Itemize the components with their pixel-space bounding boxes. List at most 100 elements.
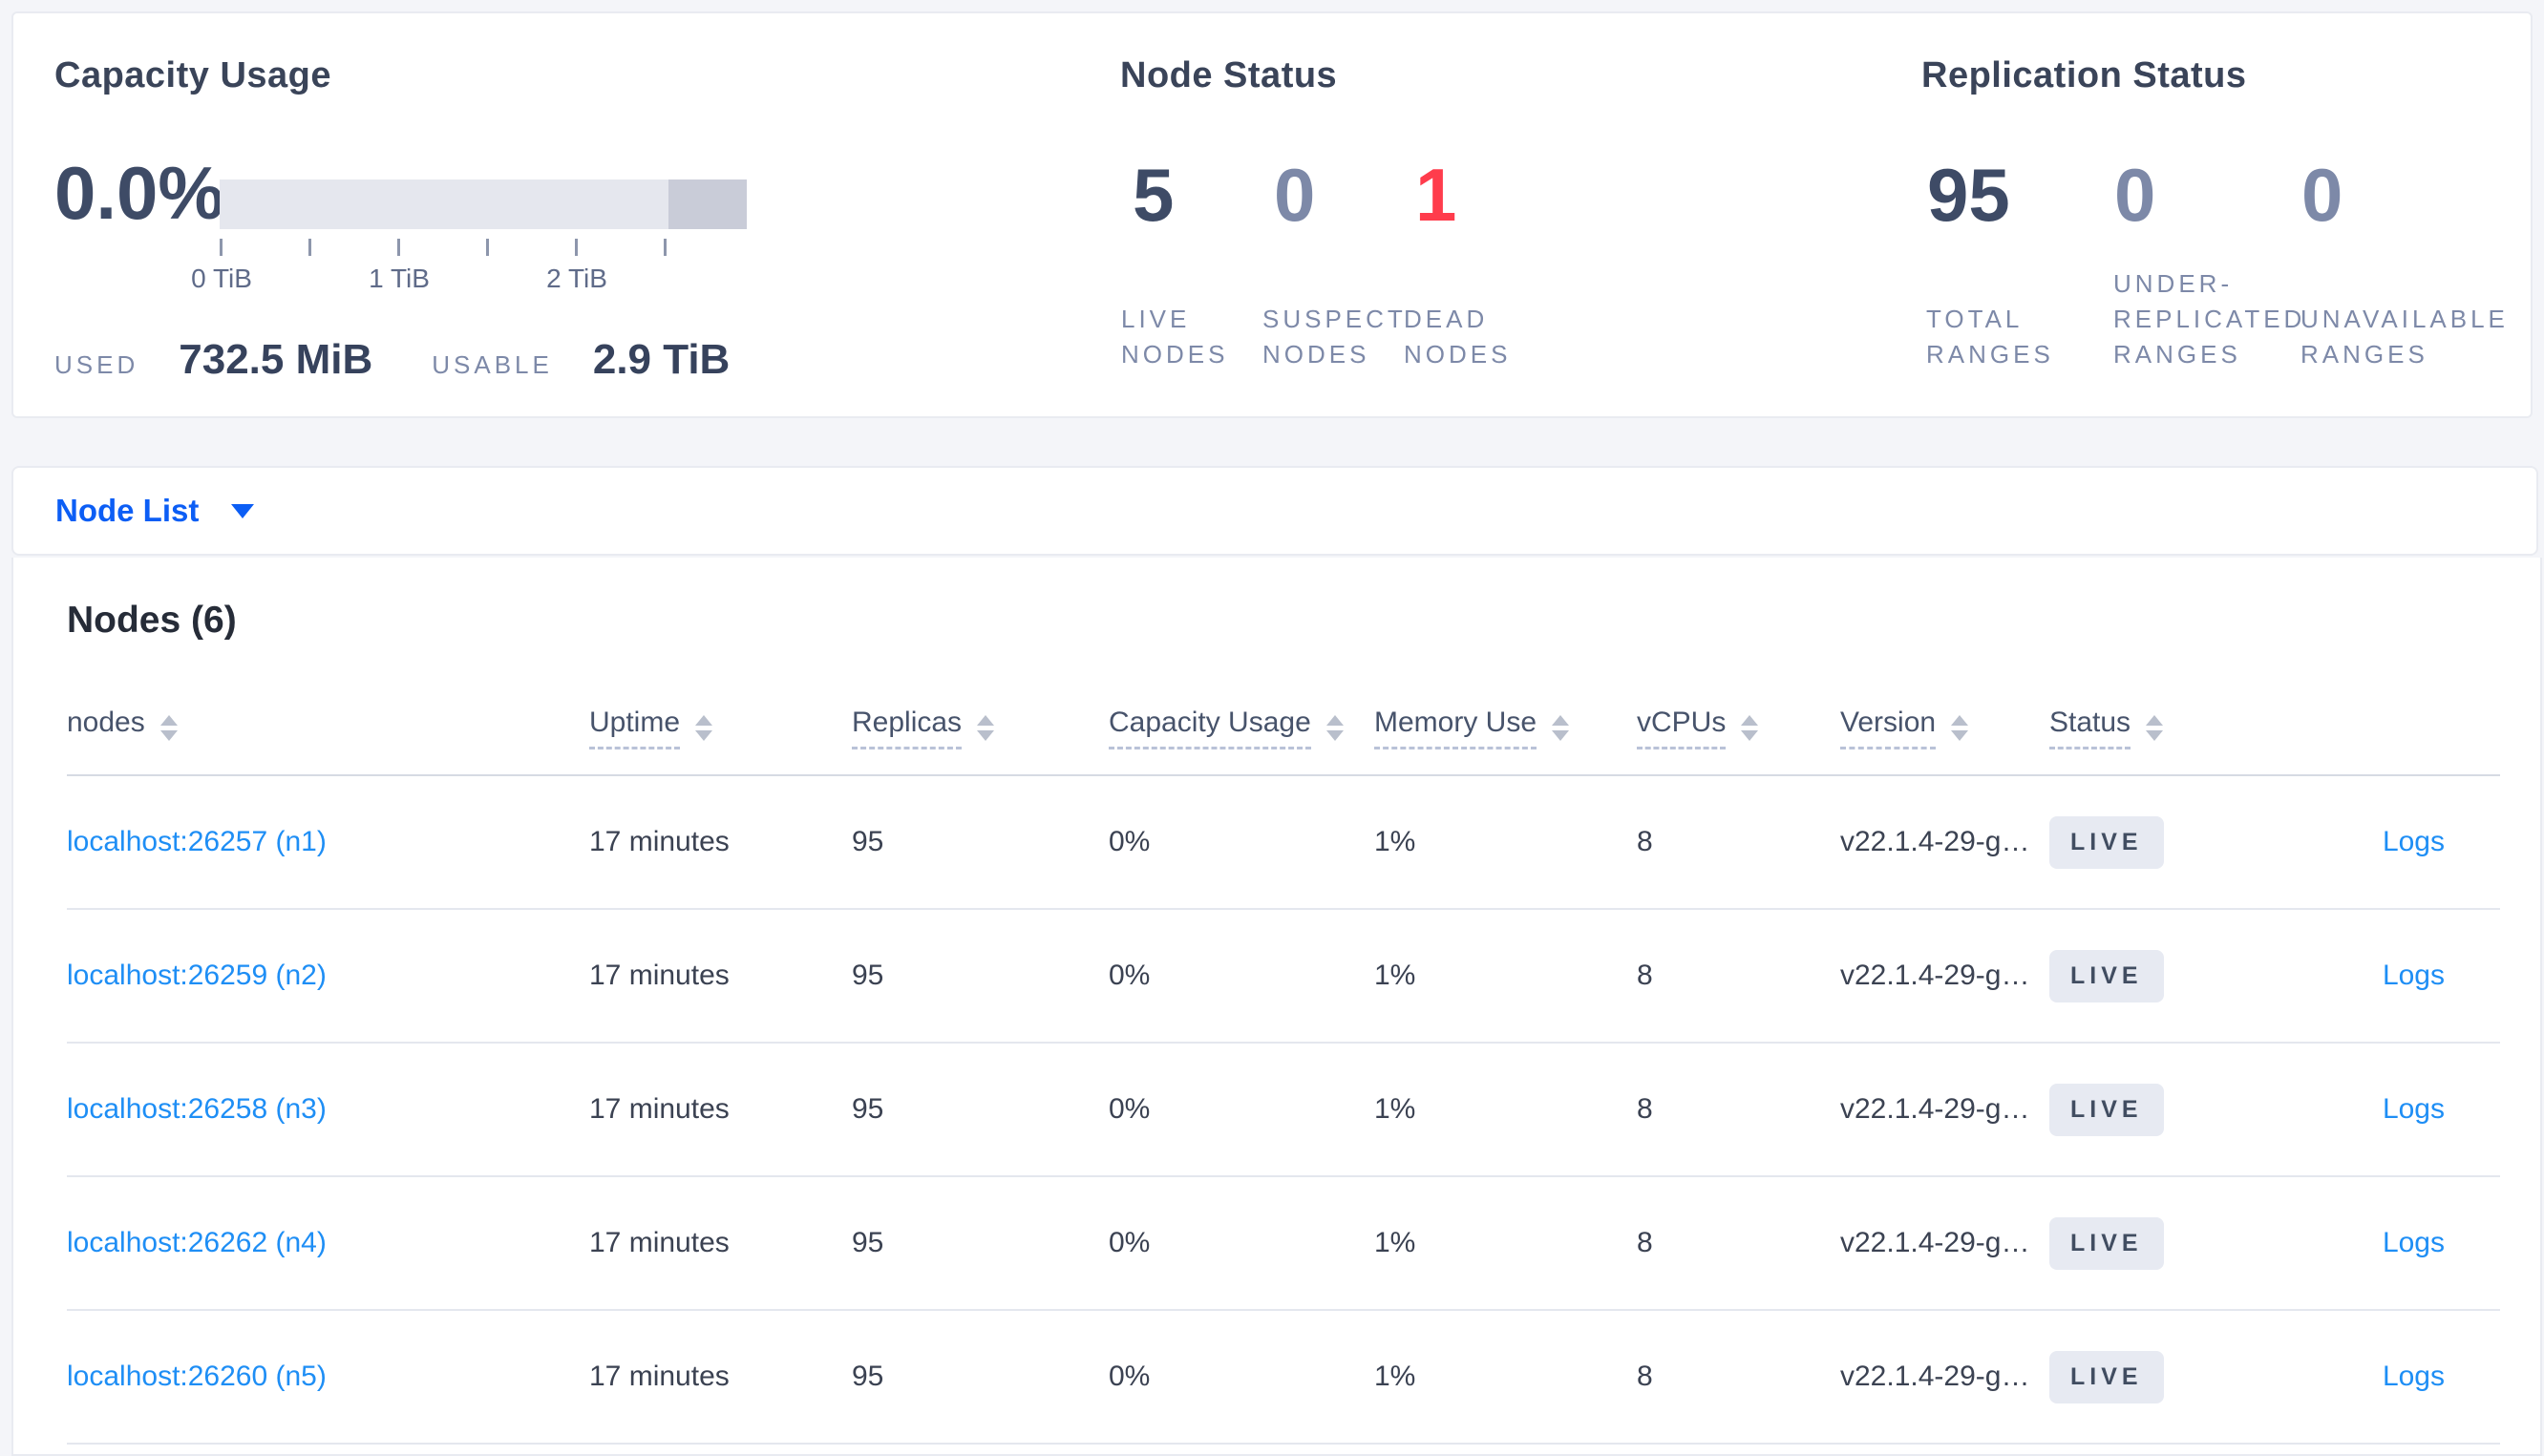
column-header-version[interactable]: Version <box>1840 678 2049 776</box>
node-status-title: Node Status <box>1120 55 1338 95</box>
uptime-cell: 17 minutes <box>589 909 852 1044</box>
memory-cell: 1% <box>1374 1043 1637 1177</box>
column-header-nodes[interactable]: nodes <box>67 678 589 776</box>
version-cell: v22.1.4-29-g… <box>1840 775 2049 910</box>
column-header-capacity-usage[interactable]: Capacity Usage <box>1109 678 1374 776</box>
capacity-cell: 0% <box>1109 1043 1374 1177</box>
dead-nodes-count: 1 <box>1415 153 1457 237</box>
version-cell: v22.1.4-29-g… <box>1840 909 2049 1044</box>
node-list-dropdown[interactable]: Node List <box>11 466 2538 556</box>
table-row: localhost:26257 (n1) 17 minutes 95 0% 1%… <box>67 775 2500 910</box>
replicas-cell: 95 <box>852 775 1109 910</box>
usable-value: 2.9 TiB <box>592 336 731 383</box>
status-badge: LIVE <box>2049 949 2164 1002</box>
status-badge: LIVE <box>2049 1350 2164 1403</box>
sort-icon[interactable] <box>1325 715 1344 741</box>
node-address-link[interactable]: localhost:26260 (n5) <box>67 1361 327 1392</box>
vcpus-cell: 8 <box>1637 775 1840 910</box>
live-nodes-count: 5 <box>1133 153 1175 237</box>
logs-link[interactable]: Logs <box>2383 1093 2445 1125</box>
total-ranges-label: TOTAL RANGES <box>1926 305 2054 369</box>
column-header-status[interactable]: Status <box>2049 678 2322 776</box>
memory-cell: 1% <box>1374 1176 1637 1311</box>
capacity-cell: 0% <box>1109 909 1374 1044</box>
version-cell: v22.1.4-29-g… <box>1840 1043 2049 1177</box>
table-row: localhost:26258 (n3) 17 minutes 95 0% 1%… <box>67 1043 2500 1177</box>
capacity-percent: 0.0% <box>54 151 224 235</box>
memory-cell: 1% <box>1374 775 1637 910</box>
capacity-cell: 0% <box>1109 1176 1374 1311</box>
status-badge: LIVE <box>2049 1216 2164 1270</box>
replicas-cell: 95 <box>852 1176 1109 1311</box>
replicas-cell: 95 <box>852 1043 1109 1177</box>
table-row: localhost:26262 (n4) 17 minutes 95 0% 1%… <box>67 1176 2500 1311</box>
axis-tick <box>397 239 400 256</box>
column-label: Uptime <box>589 707 681 749</box>
replication-labels: TOTAL RANGES UNDER- REPLICATED RANGES UN… <box>1926 266 2505 372</box>
node-list-label[interactable]: Node List <box>55 493 199 529</box>
logs-link[interactable]: Logs <box>2383 960 2445 991</box>
axis-tick-label: 0 TiB <box>191 264 252 293</box>
axis-tick-label: 1 TiB <box>369 264 430 293</box>
column-header-replicas[interactable]: Replicas <box>852 678 1109 776</box>
logs-link[interactable]: Logs <box>2383 826 2445 857</box>
node-address-link[interactable]: localhost:26259 (n2) <box>67 960 327 991</box>
sort-icon[interactable] <box>1552 715 1570 741</box>
cluster-summary-card: Capacity Usage 0.0% 0 TiB 1 TiB 2 TiB US… <box>11 11 2533 418</box>
uptime-cell: 17 minutes <box>589 1310 852 1445</box>
under-replicated-ranges-label: UNDER- REPLICATED RANGES <box>2113 269 2306 369</box>
sort-icon[interactable] <box>977 715 995 741</box>
axis-tick <box>220 239 223 256</box>
column-header-uptime[interactable]: Uptime <box>589 678 852 776</box>
suspect-nodes-count: 0 <box>1274 153 1316 237</box>
capacity-used-usable: USED 732.5 MiB USABLE 2.9 TiB <box>54 336 789 384</box>
column-header-memory-use[interactable]: Memory Use <box>1374 678 1637 776</box>
column-label: vCPUs <box>1637 707 1727 749</box>
node-address-link[interactable]: localhost:26262 (n4) <box>67 1227 327 1258</box>
capacity-cell: 0% <box>1109 775 1374 910</box>
sort-icon[interactable] <box>159 715 178 741</box>
column-header-vcpus[interactable]: vCPUs <box>1637 678 1840 776</box>
used-label: USED <box>54 350 139 379</box>
sort-icon[interactable] <box>1951 715 1969 741</box>
node-address-link[interactable]: localhost:26257 (n1) <box>67 826 327 857</box>
unavailable-ranges-count: 0 <box>2301 153 2343 237</box>
axis-tick <box>486 239 489 256</box>
vcpus-cell: 8 <box>1637 1043 1840 1177</box>
status-badge: LIVE <box>2049 1083 2164 1136</box>
version-cell: v22.1.4-29-g… <box>1840 1310 2049 1445</box>
table-header-row: nodes Uptime Replicas Capacity Usage Mem… <box>67 678 2500 776</box>
column-label: nodes <box>67 707 145 738</box>
status-badge: LIVE <box>2049 815 2164 869</box>
under-replicated-ranges-count: 0 <box>2114 153 2156 237</box>
logs-link[interactable]: Logs <box>2383 1361 2445 1392</box>
used-value: 732.5 MiB <box>179 336 373 383</box>
memory-cell: 1% <box>1374 909 1637 1044</box>
dead-nodes-label: DEAD NODES <box>1404 305 1512 369</box>
axis-tick <box>308 239 311 256</box>
replicas-cell: 95 <box>852 1310 1109 1445</box>
axis-tick-label: 2 TiB <box>546 264 607 293</box>
cluster-overview-page: { "capacity": { "title": "Capacity Usage… <box>0 0 2544 1456</box>
nodes-table-title: Nodes (6) <box>67 600 237 641</box>
sort-icon[interactable] <box>695 715 713 741</box>
vcpus-cell: 8 <box>1637 1176 1840 1311</box>
node-address-link[interactable]: localhost:26258 (n3) <box>67 1093 327 1125</box>
axis-tick <box>664 239 667 256</box>
nodes-panel: Nodes (6) nodes Uptime Replicas Capacity… <box>11 558 2542 1456</box>
axis-tick <box>575 239 578 256</box>
column-label: Capacity Usage <box>1109 707 1311 749</box>
capacity-usage-title: Capacity Usage <box>54 55 332 95</box>
sort-icon[interactable] <box>1741 715 1759 741</box>
column-label: Version <box>1840 707 1937 749</box>
logs-link[interactable]: Logs <box>2383 1227 2445 1258</box>
sort-icon[interactable] <box>2146 715 2164 741</box>
total-ranges-count: 95 <box>1927 153 2010 237</box>
chevron-down-icon <box>231 503 255 518</box>
version-cell: v22.1.4-29-g… <box>1840 1176 2049 1311</box>
column-label: Memory Use <box>1374 707 1537 749</box>
usable-label: USABLE <box>432 350 553 379</box>
replication-status-title: Replication Status <box>1921 55 2247 95</box>
table-row: localhost:26260 (n5) 17 minutes 95 0% 1%… <box>67 1310 2500 1445</box>
column-label: Status <box>2049 707 2131 749</box>
